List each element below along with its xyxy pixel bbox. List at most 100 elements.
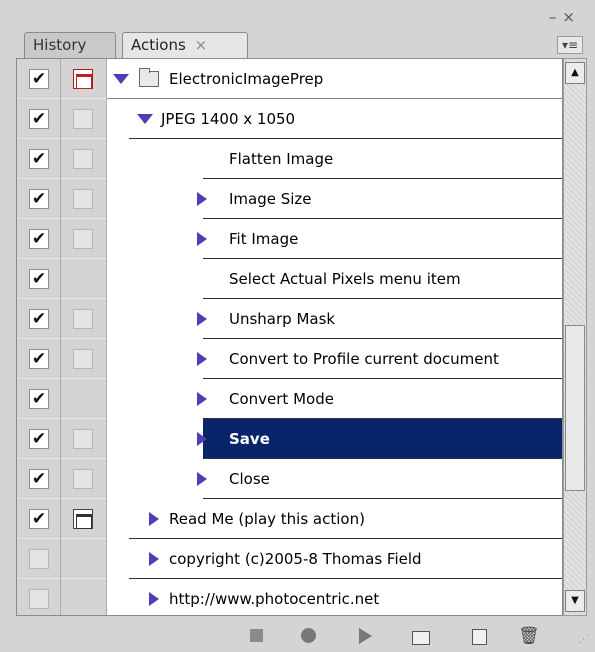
close-panel-icon[interactable]: ×	[562, 8, 581, 26]
action-row[interactable]: ✔ Flatten Image	[17, 139, 562, 179]
action-row[interactable]: copyright (c)2005-8 Thomas Field	[17, 539, 562, 579]
collapsed-triangle-icon[interactable]	[149, 512, 159, 526]
toggle-item-checkbox[interactable]: ✔	[29, 189, 49, 209]
tab-close-icon[interactable]: ×	[195, 36, 208, 54]
trash-icon[interactable]: 🗑	[518, 626, 540, 646]
row-label: Convert Mode	[229, 390, 334, 408]
toggle-dialog-cell	[61, 59, 107, 99]
command-item[interactable]: http://www.photocentric.net	[129, 579, 562, 615]
action-row[interactable]: ✔ Close	[17, 459, 562, 499]
command-item[interactable]: Convert to Profile current document	[197, 339, 562, 379]
action-row[interactable]: ✔ Unsharp Mask	[17, 299, 562, 339]
action-item[interactable]: JPEG 1400 x 1050	[129, 99, 562, 139]
stop-icon[interactable]	[246, 626, 268, 646]
dialog-toggle-icon[interactable]	[73, 69, 93, 89]
action-row[interactable]: ✔ Read Me (play this action)	[17, 499, 562, 539]
record-icon[interactable]	[298, 626, 320, 646]
toggle-item-checkbox[interactable]: ✔	[29, 349, 49, 369]
toggle-item-checkbox[interactable]	[29, 589, 49, 609]
scroll-up-button[interactable]: ▲	[565, 62, 585, 84]
dialog-toggle-icon[interactable]	[73, 149, 93, 169]
row-label: Save	[229, 430, 270, 448]
toggle-dialog-cell	[61, 379, 107, 419]
action-row[interactable]: ✔ Fit Image	[17, 219, 562, 259]
action-row[interactable]: http://www.photocentric.net	[17, 579, 562, 615]
command-item[interactable]: Fit Image	[197, 219, 562, 259]
collapsed-triangle-icon[interactable]	[149, 592, 159, 606]
action-row[interactable]: ✔ Image Size	[17, 179, 562, 219]
collapsed-triangle-icon[interactable]	[197, 312, 207, 326]
toggle-dialog-cell	[61, 419, 107, 459]
action-row[interactable]: ✔ Save	[17, 419, 562, 459]
collapsed-triangle-icon[interactable]	[197, 432, 207, 446]
dialog-toggle-icon[interactable]	[73, 509, 93, 529]
toggle-item-checkbox[interactable]: ✔	[29, 109, 49, 129]
panel-tabbar: –× History Actions × ▾≡	[0, 0, 595, 58]
dialog-toggle-icon[interactable]	[73, 469, 93, 489]
collapsed-triangle-icon[interactable]	[197, 392, 207, 406]
command-item[interactable]: Unsharp Mask	[197, 299, 562, 339]
dialog-toggle-icon[interactable]	[73, 189, 93, 209]
action-row[interactable]: ✔ ElectronicImagePrep	[17, 59, 562, 99]
dialog-toggle-icon[interactable]	[73, 109, 93, 129]
collapsed-triangle-icon[interactable]	[197, 472, 207, 486]
collapsed-triangle-icon[interactable]	[149, 552, 159, 566]
action-set-item[interactable]: ElectronicImagePrep	[107, 59, 562, 99]
expanded-triangle-icon[interactable]	[113, 74, 129, 84]
expanded-triangle-icon[interactable]	[137, 114, 153, 124]
action-row[interactable]: ✔ Convert to Profile current document	[17, 339, 562, 379]
minimize-icon[interactable]: –	[549, 8, 563, 26]
command-item[interactable]: Close	[197, 459, 562, 499]
new-set-folder-icon[interactable]	[410, 626, 432, 646]
scroll-thumb[interactable]	[565, 325, 585, 491]
toggle-item-checkbox[interactable]	[29, 549, 49, 569]
command-item[interactable]: Select Actual Pixels menu item	[203, 259, 562, 299]
toggle-dialog-cell	[61, 259, 107, 299]
toggle-item-cell	[17, 579, 61, 615]
tab-history-label: History	[33, 36, 87, 54]
vertical-scrollbar[interactable]: ▲ ▼	[563, 58, 587, 616]
toggle-item-cell: ✔	[17, 339, 61, 379]
command-item[interactable]: copyright (c)2005-8 Thomas Field	[129, 539, 562, 579]
action-row[interactable]: ✔ Select Actual Pixels menu item	[17, 259, 562, 299]
dialog-toggle-icon[interactable]	[73, 229, 93, 249]
command-item[interactable]: Read Me (play this action)	[129, 499, 562, 539]
command-item[interactable]: Convert Mode	[197, 379, 562, 419]
command-item[interactable]: Save	[197, 419, 562, 459]
resize-grip-icon[interactable]: ⋰	[578, 632, 589, 645]
toggle-dialog-cell	[61, 179, 107, 219]
new-action-icon[interactable]	[468, 626, 490, 646]
dialog-toggle-icon[interactable]	[73, 429, 93, 449]
play-icon[interactable]	[354, 626, 376, 646]
toggle-item-checkbox[interactable]: ✔	[29, 149, 49, 169]
toggle-item-checkbox[interactable]: ✔	[29, 69, 49, 89]
action-row[interactable]: ✔ JPEG 1400 x 1050	[17, 99, 562, 139]
tab-history[interactable]: History	[24, 32, 116, 58]
command-item[interactable]: Image Size	[197, 179, 562, 219]
tab-actions[interactable]: Actions ×	[122, 32, 248, 58]
toggle-item-cell: ✔	[17, 139, 61, 179]
toggle-item-checkbox[interactable]: ✔	[29, 509, 49, 529]
toggle-item-cell: ✔	[17, 219, 61, 259]
toggle-item-checkbox[interactable]: ✔	[29, 269, 49, 289]
collapsed-triangle-icon[interactable]	[197, 352, 207, 366]
panel-menu-button[interactable]: ▾≡	[557, 36, 583, 54]
action-row[interactable]: ✔ Convert Mode	[17, 379, 562, 419]
scroll-down-button[interactable]: ▼	[565, 590, 585, 612]
folder-icon	[139, 68, 159, 87]
toggle-item-checkbox[interactable]: ✔	[29, 469, 49, 489]
dialog-toggle-icon[interactable]	[73, 349, 93, 369]
collapsed-triangle-icon[interactable]	[197, 232, 207, 246]
toggle-item-checkbox[interactable]: ✔	[29, 429, 49, 449]
command-item[interactable]: Flatten Image	[203, 139, 562, 179]
collapsed-triangle-icon[interactable]	[197, 192, 207, 206]
panel-footer: 🗑 ⋰	[0, 620, 595, 652]
toggle-item-checkbox[interactable]: ✔	[29, 309, 49, 329]
toggle-item-cell: ✔	[17, 499, 61, 539]
row-label: Convert to Profile current document	[229, 350, 499, 368]
row-label: Unsharp Mask	[229, 310, 336, 328]
row-label: Fit Image	[229, 230, 299, 248]
toggle-item-checkbox[interactable]: ✔	[29, 389, 49, 409]
dialog-toggle-icon[interactable]	[73, 309, 93, 329]
toggle-item-checkbox[interactable]: ✔	[29, 229, 49, 249]
